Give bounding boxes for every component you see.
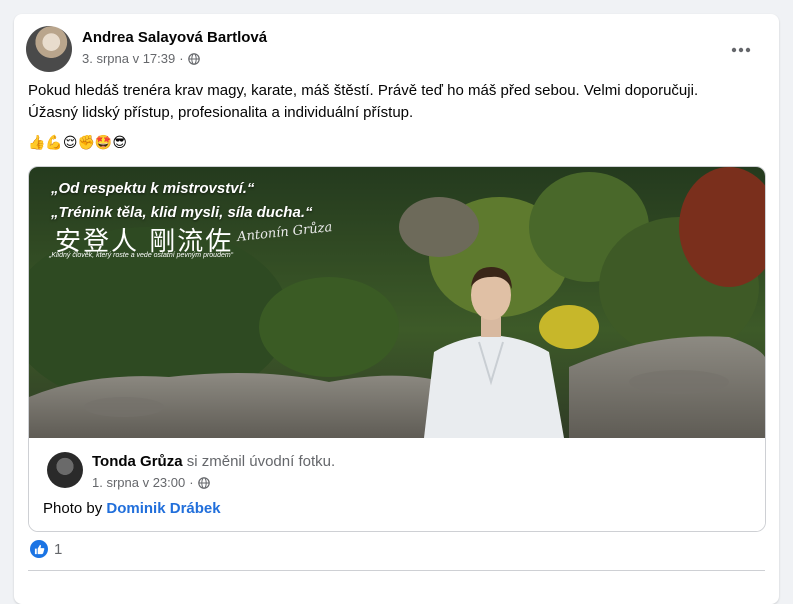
cover-quote: „Od respektu k mistrovství.“ „Trénink tě… xyxy=(51,177,312,225)
post-text-line-1: Pokud hledáš trenéra krav magy, karate, … xyxy=(28,82,699,99)
globe-icon[interactable] xyxy=(197,476,210,489)
cover-motto: „Klidný člověk, který roste a vede ostat… xyxy=(49,252,234,259)
like-icon xyxy=(30,540,48,558)
post-text: Pokud hledáš trenéra krav magy, karate, … xyxy=(28,80,748,124)
post-timestamp[interactable]: 3. srpna v 17:39 xyxy=(82,51,175,66)
divider xyxy=(28,570,765,571)
shared-meta-separator: · xyxy=(189,475,194,490)
more-horizontal-icon xyxy=(731,47,751,53)
globe-icon[interactable] xyxy=(187,52,200,65)
post-text-line-2: Úžasný lidský přístup, profesionalita a … xyxy=(28,104,414,121)
shared-timestamp[interactable]: 1. srpna v 23:00 xyxy=(92,475,185,490)
author-avatar[interactable] xyxy=(26,26,72,72)
photo-credit-prefix: Photo by xyxy=(43,500,107,517)
post-card: Andrea Salayová Bartlová 3. srpna v 17:3… xyxy=(14,14,779,604)
cover-photo[interactable]: „Od respektu k mistrovství.“ „Trénink tě… xyxy=(29,167,765,438)
post-header: Andrea Salayová Bartlová 3. srpna v 17:3… xyxy=(26,26,767,74)
post-options-button[interactable] xyxy=(723,32,759,68)
reaction-count: 1 xyxy=(54,540,63,558)
shared-post[interactable]: „Od respektu k mistrovství.“ „Trénink tě… xyxy=(28,166,766,532)
shared-meta: 1. srpna v 23:00 · xyxy=(92,475,210,490)
shared-post-footer: Tonda Grůza si změnil úvodní fotku. 1. s… xyxy=(29,438,765,531)
photo-credit: Photo by Dominik Drábek xyxy=(43,500,221,517)
shared-author-avatar[interactable] xyxy=(47,452,83,488)
shared-author-line: Tonda Grůza si změnil úvodní fotku. xyxy=(92,453,335,470)
reactions-summary[interactable]: 1 xyxy=(30,540,62,558)
shared-action-text: si změnil úvodní fotku. xyxy=(182,453,336,470)
meta-separator: · xyxy=(179,51,184,66)
photographer-link[interactable]: Dominik Drábek xyxy=(106,500,220,517)
cover-quote-line-1: „Od respektu k mistrovství.“ xyxy=(51,180,255,197)
author-name[interactable]: Andrea Salayová Bartlová xyxy=(82,29,267,46)
post-emojis: 👍💪😌✊🤩😎 xyxy=(28,134,127,150)
shared-author-name[interactable]: Tonda Grůza xyxy=(92,453,183,470)
post-meta: 3. srpna v 17:39 · xyxy=(82,51,200,66)
